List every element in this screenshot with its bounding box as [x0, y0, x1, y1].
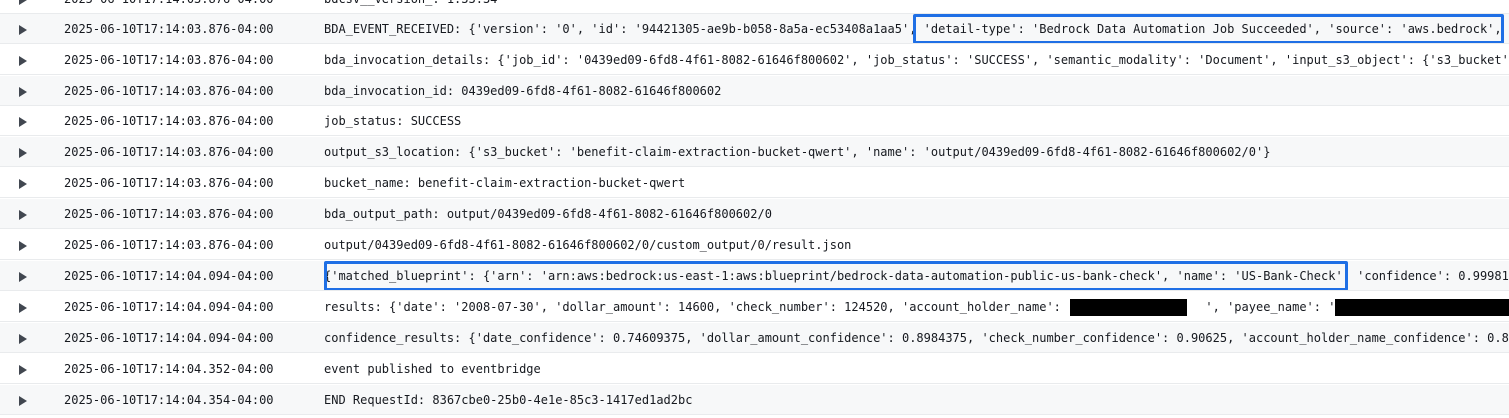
log-message: bda_output_path: output/0439ed09-6fd8-4f…	[324, 207, 772, 221]
log-event-row[interactable]: 2025-06-10T17:14:03.876-04:00 output_s3_l…	[0, 137, 1509, 167]
log-message: bda_invocation_id: 0439ed09-6fd8-4f61-80…	[324, 84, 722, 98]
log-message: bucket_name: benefit-claim-extraction-bu…	[324, 176, 686, 190]
expand-caret-icon[interactable]	[19, 87, 27, 97]
log-event-row[interactable]: 2025-06-10T17:14:03.876-04:00 BDA_EVENT_R…	[0, 14, 1509, 44]
log-message: bda_invocation_details: {'job_id': '0439…	[324, 53, 1509, 67]
log-event-row[interactable]: 2025-06-10T17:14:04.094-04:00 confidence_…	[0, 323, 1509, 353]
expand-caret-icon[interactable]	[19, 210, 27, 220]
log-message: {'matched_blueprint': {'arn': 'arn:aws:b…	[324, 269, 1509, 283]
log-event-row[interactable]: 2025-06-10T17:14:04.352-04:00 event publi…	[0, 354, 1509, 384]
expand-caret-icon[interactable]	[19, 303, 27, 313]
redaction-bar	[1070, 299, 1187, 316]
log-message: output/0439ed09-6fd8-4f61-8082-61646f800…	[324, 238, 852, 252]
expand-caret-icon[interactable]	[19, 179, 27, 189]
log-timestamp: 2025-06-10T17:14:03.876-04:00	[64, 238, 274, 252]
log-event-row[interactable]: 2025-06-10T17:14:03.876-04:00 bda_invocat…	[0, 76, 1509, 106]
log-message: BDA_EVENT_RECEIVED: {'version': '0', 'id…	[324, 22, 1509, 36]
log-timestamp: 2025-06-10T17:14:04.094-04:00	[64, 269, 274, 283]
log-event-row[interactable]: 2025-06-10T17:14:04.354-04:00 END Request…	[0, 385, 1509, 415]
log-timestamp: 2025-06-10T17:14:03.876-04:00	[64, 53, 274, 67]
expand-caret-icon[interactable]	[19, 241, 27, 251]
expand-caret-icon[interactable]	[19, 56, 27, 66]
redaction-bar	[1335, 299, 1509, 316]
log-timestamp: 2025-06-10T17:14:03.876-04:00	[64, 145, 274, 159]
log-timestamp: 2025-06-10T17:14:04.094-04:00	[64, 331, 274, 345]
log-event-row[interactable]: 2025-06-10T17:14:03.876-04:00 job_status:…	[0, 106, 1509, 136]
expand-caret-icon[interactable]	[19, 334, 27, 344]
expand-caret-icon[interactable]	[19, 117, 27, 127]
log-event-row[interactable]: 2025-06-10T17:14:03.876-04:00 bdcsv__vers…	[0, 0, 1509, 14]
log-message: results: {'date': '2008-07-30', 'dollar_…	[324, 300, 1509, 314]
log-timestamp: 2025-06-10T17:14:03.876-04:00	[64, 84, 274, 98]
log-timestamp: 2025-06-10T17:14:04.354-04:00	[64, 393, 274, 407]
log-timestamp: 2025-06-10T17:14:03.876-04:00	[64, 0, 274, 6]
log-event-row[interactable]: 2025-06-10T17:14:03.876-04:00 bda_invocat…	[0, 45, 1509, 75]
expand-caret-icon[interactable]	[19, 365, 27, 375]
log-event-row[interactable]: 2025-06-10T17:14:04.094-04:00 results: {'…	[0, 292, 1509, 322]
log-message: event published to eventbridge	[324, 362, 541, 376]
expand-caret-icon[interactable]	[19, 272, 27, 282]
log-timestamp: 2025-06-10T17:14:04.094-04:00	[64, 300, 274, 314]
log-message: confidence_results: {'date_confidence': …	[324, 331, 1509, 345]
expand-caret-icon[interactable]	[19, 0, 27, 5]
log-timestamp: 2025-06-10T17:14:03.876-04:00	[64, 176, 274, 190]
expand-caret-icon[interactable]	[19, 396, 27, 406]
log-event-row[interactable]: 2025-06-10T17:14:03.876-04:00 bda_output_…	[0, 199, 1509, 229]
log-message: END RequestId: 8367cbe0-25b0-4e1e-85c3-1…	[324, 393, 693, 407]
log-event-row[interactable]: 2025-06-10T17:14:04.094-04:00 {'matched_b…	[0, 261, 1509, 291]
log-message: bdcsv__version_: 1.33.34	[324, 0, 497, 6]
log-timestamp: 2025-06-10T17:14:03.876-04:00	[64, 207, 274, 221]
expand-caret-icon[interactable]	[19, 25, 27, 35]
expand-caret-icon[interactable]	[19, 148, 27, 158]
log-timestamp: 2025-06-10T17:14:04.352-04:00	[64, 362, 274, 376]
log-event-row[interactable]: 2025-06-10T17:14:03.876-04:00 bucket_name…	[0, 168, 1509, 198]
log-timestamp: 2025-06-10T17:14:03.876-04:00	[64, 22, 274, 36]
log-timestamp: 2025-06-10T17:14:03.876-04:00	[64, 114, 274, 128]
log-event-row[interactable]: 2025-06-10T17:14:03.876-04:00 output/0439…	[0, 230, 1509, 260]
log-message: job_status: SUCCESS	[324, 114, 462, 128]
log-message: output_s3_location: {'s3_bucket': 'benef…	[324, 145, 1271, 159]
